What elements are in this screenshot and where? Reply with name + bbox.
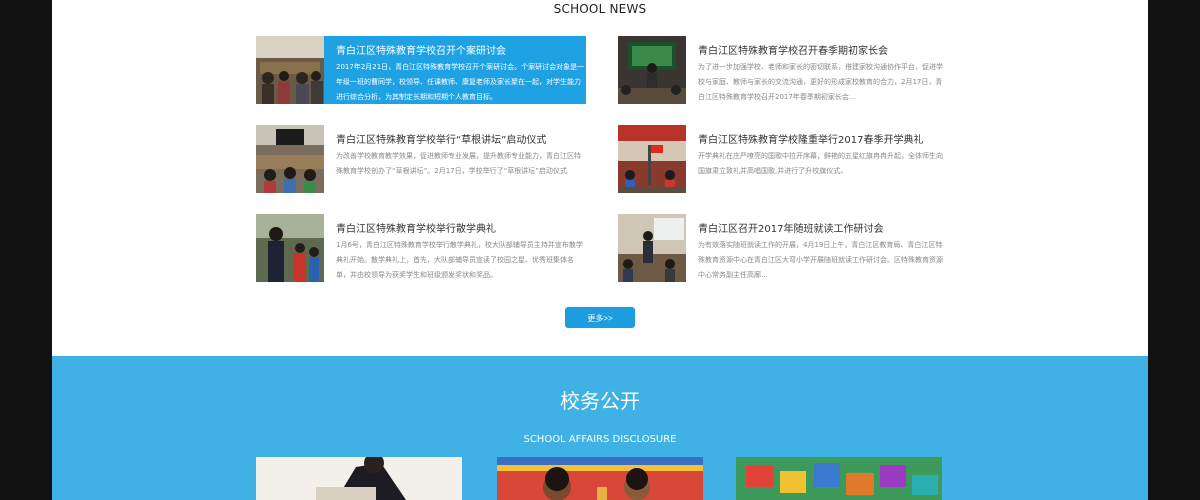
news-title[interactable]: 青白江区特殊教育学校隆重举行2017春季开学典礼	[698, 131, 923, 146]
lecture-photo	[256, 125, 324, 193]
news-item[interactable]: 青白江区特殊教育学校举行散学典礼 1月6号，青白江区特殊教育学校举行散学典礼，校…	[256, 214, 586, 282]
news-title[interactable]: 青白江区特殊教育学校召开个案研讨会	[336, 42, 506, 57]
news-item[interactable]: 青白江区特殊教育学校召开个案研讨会 2017年2月21日，青白江区特殊教育学校召…	[256, 36, 586, 104]
news-summary: 为有效落实随班就读工作的开展，4月19日上午，青白江区教育局、青白江区特殊教育资…	[698, 241, 943, 279]
news-thumbnail[interactable]	[618, 36, 686, 104]
alphabet-blocks-photo	[736, 457, 942, 500]
affairs-subtitle: SCHOOL AFFAIRS DISCLOSURE	[523, 434, 677, 445]
news-summary: 开学典礼在庄严嘹亮的国歌中拉开序幕，鲜艳的五星红旗冉冉升起，全体师生向国旗肃立致…	[698, 152, 943, 175]
news-item[interactable]: 青白江区特殊教育学校召开春季期初家长会 为了进一步加强学校、老师和家长的密切联系…	[618, 36, 948, 104]
graduation-ceremony-photo	[256, 214, 324, 282]
more-news-button[interactable]: 更多>>	[565, 307, 635, 328]
affairs-card[interactable]	[256, 457, 462, 500]
news-summary: 2017年2月21日，青白江区特殊教育学校召开个案研讨会。个案研讨会对象是一年级…	[336, 63, 585, 101]
affairs-card[interactable]	[736, 457, 942, 500]
news-title[interactable]: 青白江区特殊教育学校举行“草根讲坛”启动仪式	[336, 131, 546, 146]
news-heading: SCHOOL NEWS	[553, 2, 647, 16]
news-thumbnail[interactable]	[256, 125, 324, 193]
meeting-photo	[256, 36, 324, 104]
news-title[interactable]: 青白江区特殊教育学校召开春季期初家长会	[698, 42, 888, 57]
news-thumbnail[interactable]	[256, 214, 324, 282]
workshop-photo	[618, 214, 686, 282]
affairs-card[interactable]	[497, 457, 703, 500]
news-summary: 为改善学校教育教学效果，促进教师专业发展，提升教师专业能力，青白江区特殊教育学校…	[336, 152, 581, 175]
news-section	[52, 0, 1148, 356]
news-summary: 1月6号，青白江区特殊教育学校举行散学典礼，校大队部辅导员主持并宣布散学典礼开始…	[336, 241, 583, 279]
teacher-student-photo	[256, 457, 462, 500]
news-thumbnail[interactable]	[618, 125, 686, 193]
news-item[interactable]: 青白江区召开2017年随班就读工作研讨会 为有效落实随班就读工作的开展，4月19…	[618, 214, 948, 282]
opening-ceremony-photo	[618, 125, 686, 193]
news-thumbnail[interactable]	[256, 36, 324, 104]
news-thumbnail[interactable]	[618, 214, 686, 282]
news-summary: 为了进一步加强学校、老师和家长的密切联系，搭建家校沟通协作平台，促进学校与家庭、…	[698, 63, 943, 101]
affairs-title: 校务公开	[560, 389, 640, 413]
news-item[interactable]: 青白江区特殊教育学校举行“草根讲坛”启动仪式 为改善学校教育教学效果，促进教师专…	[256, 125, 586, 193]
news-title[interactable]: 青白江区特殊教育学校举行散学典礼	[336, 220, 496, 235]
news-item[interactable]: 青白江区特殊教育学校隆重举行2017春季开学典礼 开学典礼在庄严嘹亮的国歌中拉开…	[618, 125, 948, 193]
news-title[interactable]: 青白江区召开2017年随班就读工作研讨会	[698, 220, 883, 235]
parents-meeting-photo	[618, 36, 686, 104]
children-photo	[497, 457, 703, 500]
